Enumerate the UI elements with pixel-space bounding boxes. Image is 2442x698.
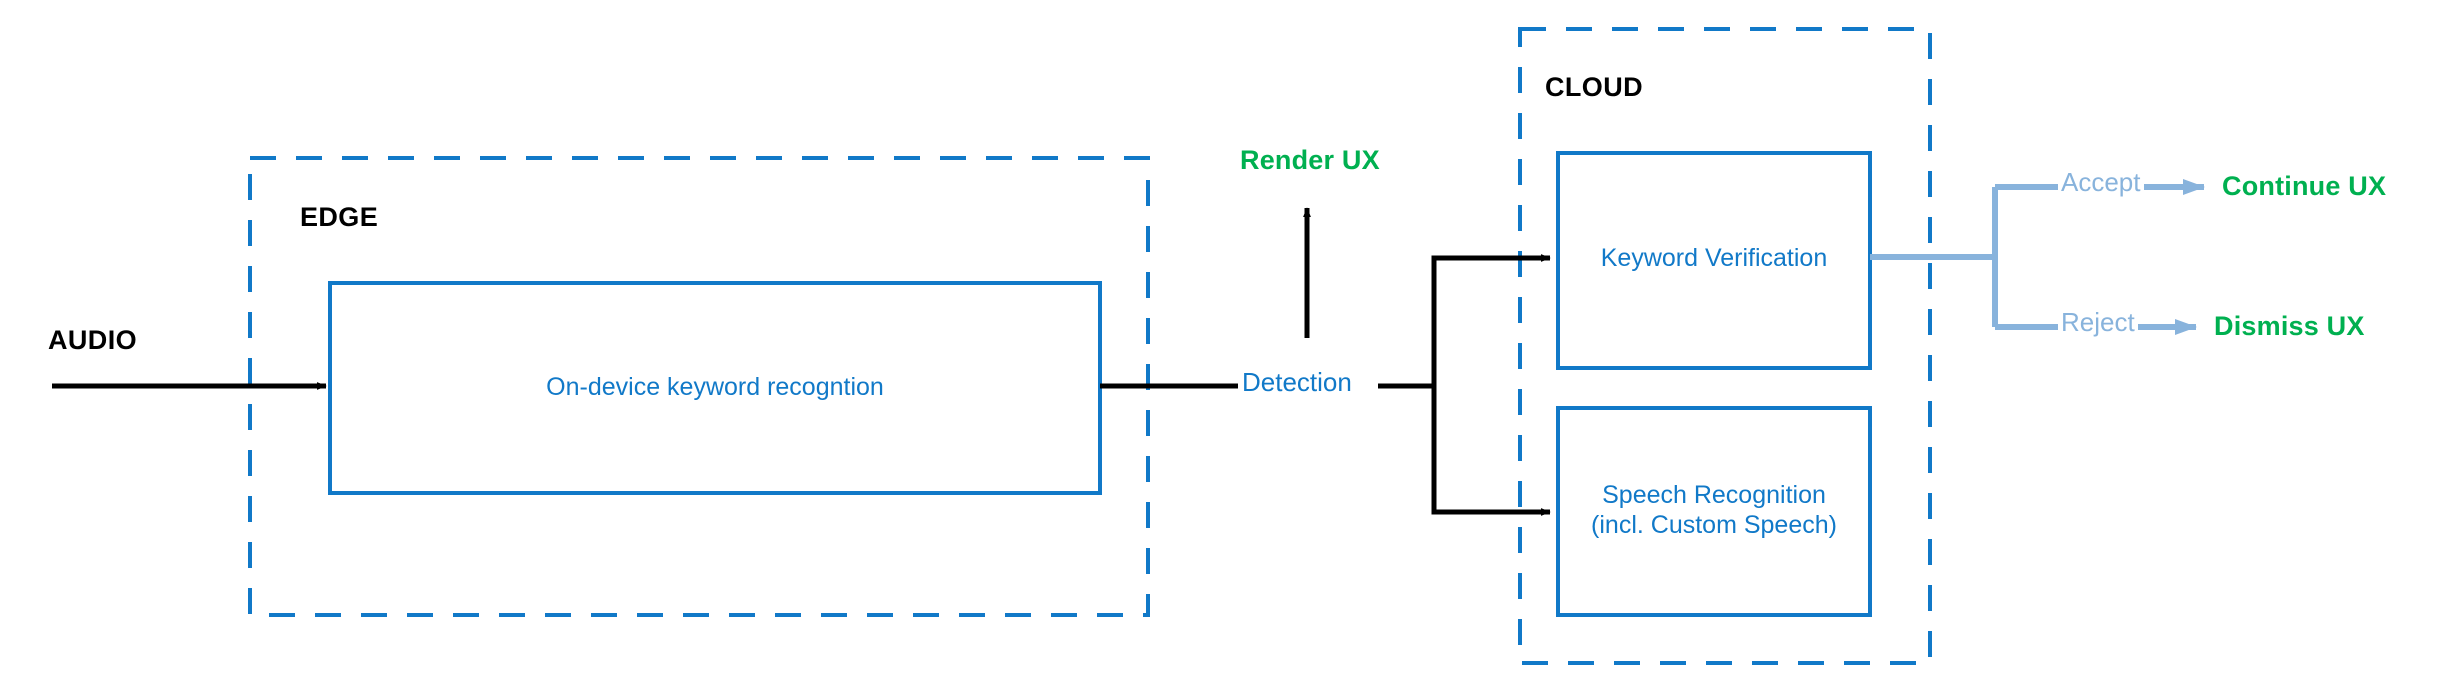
node-label-on-device-keyword-recognition: On-device keyword recogntion bbox=[546, 373, 884, 401]
node-label-speech-recognition-line1: Speech Recognition bbox=[1602, 481, 1826, 509]
edge-label-reject: Reject bbox=[2058, 307, 2138, 338]
zone-title-cloud: CLOUD bbox=[1545, 72, 1643, 102]
outcome-label-continue-ux: Continue UX bbox=[2222, 171, 2387, 201]
node-label-keyword-verification: Keyword Verification bbox=[1600, 244, 1828, 272]
edge-label-detection: Detection bbox=[1238, 367, 1356, 398]
diagram-vector-layer bbox=[52, 27, 2205, 665]
edge-label-accept: Accept bbox=[2058, 167, 2144, 198]
zone-title-edge: EDGE bbox=[300, 202, 379, 232]
outcome-label-dismiss-ux: Dismiss UX bbox=[2214, 311, 2365, 341]
diagram-canvas: EDGE CLOUD AUDIO On-device keyword recog… bbox=[0, 0, 2442, 698]
input-label-audio: AUDIO bbox=[48, 325, 137, 355]
outcome-label-render-ux: Render UX bbox=[1240, 145, 1380, 175]
flow-split-to-speech-recognition bbox=[1431, 386, 1551, 516]
node-label-speech-recognition-line2: (incl. Custom Speech) bbox=[1591, 511, 1837, 539]
flow-split-to-keyword-verification bbox=[1431, 254, 1551, 386]
